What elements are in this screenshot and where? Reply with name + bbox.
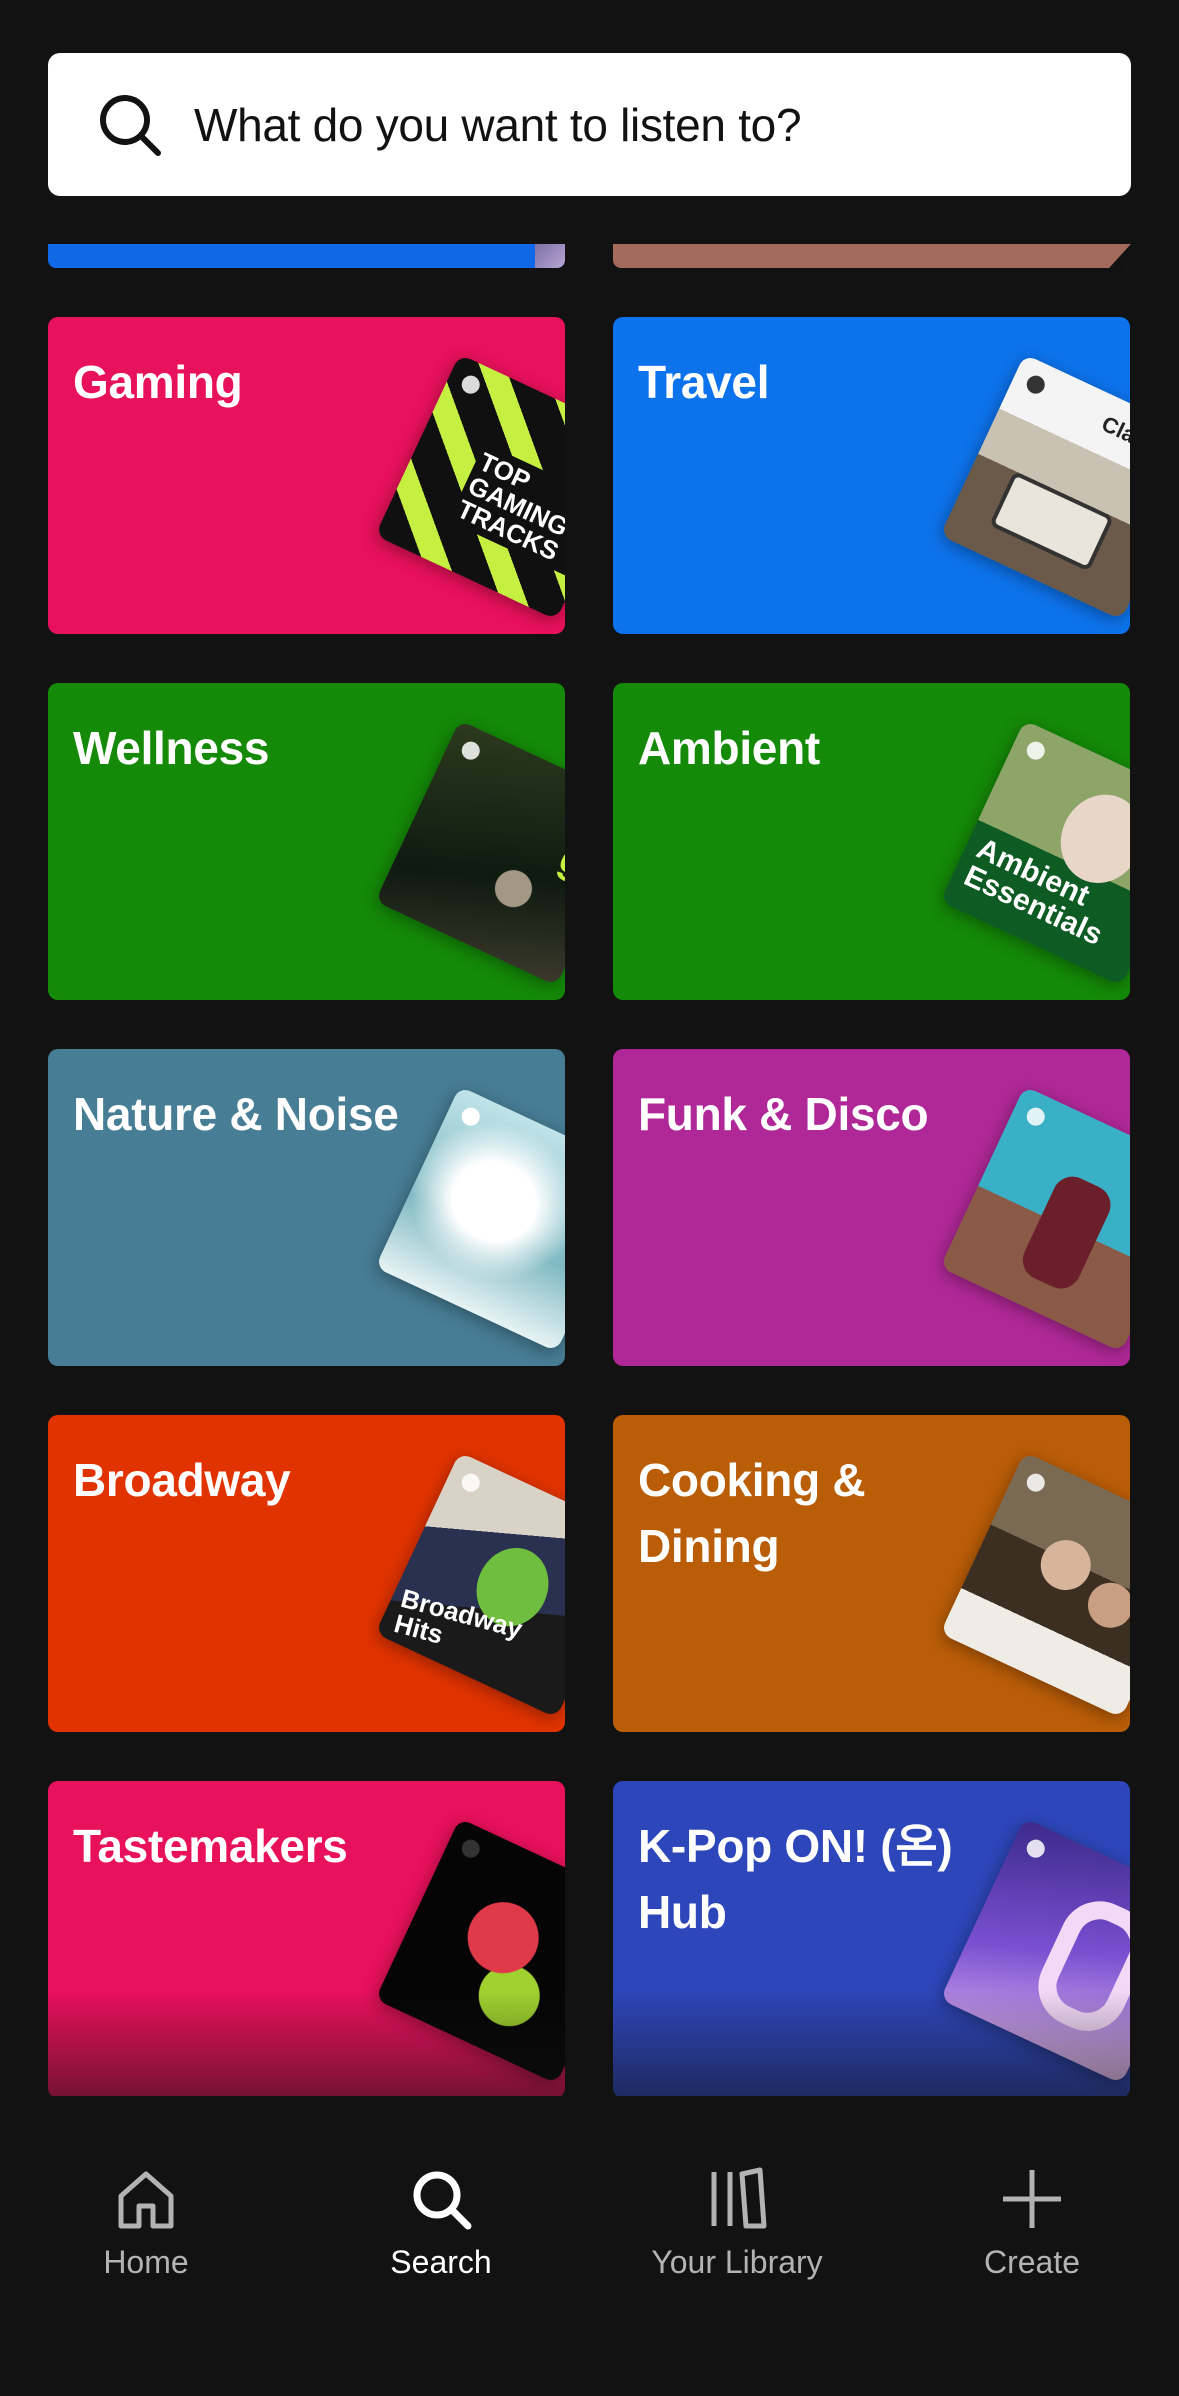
search-icon [413, 2171, 472, 2230]
spotify-logo-icon [1023, 1104, 1048, 1129]
category-tile-gaming[interactable]: Gaming TOP GAMING TRACKS [48, 317, 565, 634]
category-tile-partial[interactable] [48, 244, 565, 268]
category-tile-cooking-dining[interactable]: Cooking & Dining [613, 1415, 1130, 1732]
category-tile-kpop-on-hub[interactable]: K-Pop ON! (온) Hub [613, 1781, 1130, 2098]
category-title: Travel [638, 356, 770, 408]
category-title: Nature & Noise [73, 1088, 399, 1140]
category-title: K-Pop ON! (온) Hub [638, 1820, 953, 1938]
nav-item-home[interactable]: Home [36, 2166, 256, 2316]
nav-label: Your Library [651, 2244, 823, 2280]
spotify-logo-icon [458, 372, 483, 397]
category-tile-broadway[interactable]: Broadway Broadway Hits [48, 1415, 565, 1732]
library-icon [711, 2167, 767, 2229]
nav-label: Search [390, 2244, 492, 2280]
nav-label: Create [983, 2244, 1081, 2280]
spotify-logo-icon [1023, 738, 1048, 763]
search-icon [100, 95, 161, 156]
bottom-nav: Home Search Your Library Create [0, 2096, 1179, 2396]
art-text: ga [552, 836, 565, 896]
spotify-logo-icon [458, 1470, 483, 1495]
category-title: Tastemakers [73, 1820, 348, 1872]
search-placeholder: What do you want to listen to? [194, 98, 802, 151]
category-tile-ambient[interactable]: Ambient Ambient Essentials [613, 683, 1130, 1000]
art-text: TOP GAMING TRACKS [448, 442, 565, 576]
category-title: Gaming [73, 356, 243, 408]
nav-item-create[interactable]: Create [922, 2166, 1142, 2316]
category-title: Funk & Disco [638, 1088, 929, 1140]
category-title: Wellness [73, 722, 270, 774]
nav-item-your-library[interactable]: Your Library [627, 2166, 847, 2316]
home-icon [118, 2171, 174, 2229]
category-title: Cooking & Dining [638, 1454, 866, 1572]
category-tile-tastemakers[interactable]: Tastemakers [48, 1781, 565, 2098]
spotify-logo-icon [1023, 372, 1048, 397]
category-tile-partial[interactable] [613, 244, 1131, 268]
spotify-logo-icon [458, 1104, 483, 1129]
search-input[interactable]: What do you want to listen to? [48, 53, 1131, 196]
spotify-logo-icon [1023, 1470, 1048, 1495]
category-tile-nature-noise[interactable]: Nature & Noise V [48, 1049, 565, 1366]
nav-item-search[interactable]: Search [331, 2166, 551, 2316]
art-text: Classi [1097, 410, 1130, 461]
category-title: Ambient [638, 722, 820, 774]
spotify-logo-icon [458, 1836, 483, 1861]
category-tile-funk-disco[interactable]: Funk & Disco N [613, 1049, 1130, 1366]
spotify-logo-icon [1023, 1836, 1048, 1861]
category-tile-wellness[interactable]: Wellness ga [48, 683, 565, 1000]
category-tile-travel[interactable]: Travel Classi [613, 317, 1130, 634]
nav-label: Home [103, 2244, 189, 2280]
spotify-logo-icon [458, 738, 483, 763]
category-title: Broadway [73, 1454, 291, 1506]
plus-icon [1003, 2170, 1061, 2228]
